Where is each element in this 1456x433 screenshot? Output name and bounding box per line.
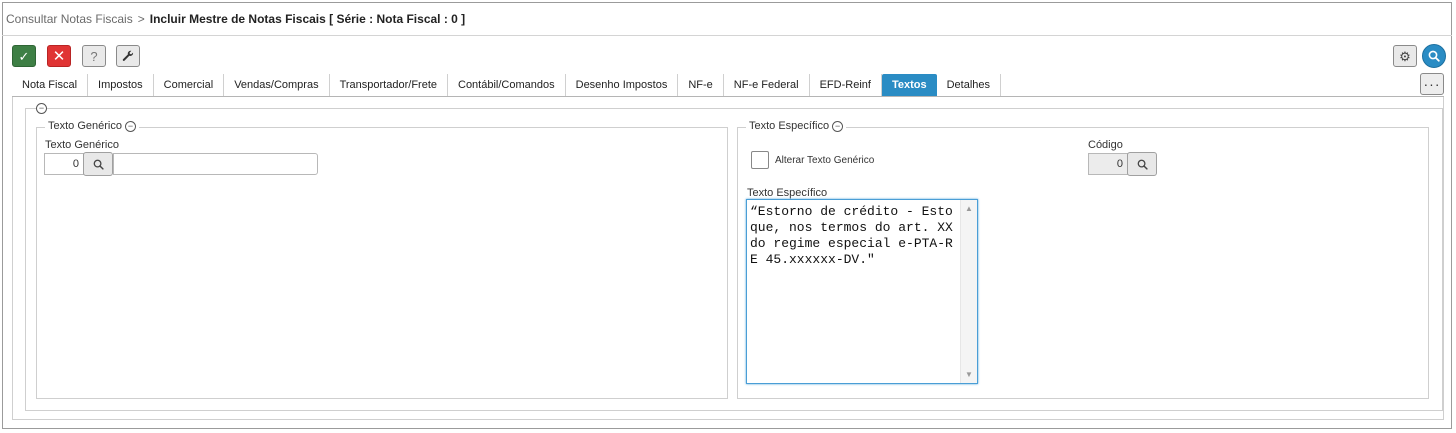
codigo-search-button[interactable] — [1127, 152, 1157, 176]
alterar-texto-generico-checkbox[interactable] — [751, 151, 769, 169]
collapse-texto-especifico-icon[interactable]: − — [832, 120, 844, 132]
tools-button[interactable] — [116, 45, 140, 67]
breadcrumb: Consultar Notas Fiscais > Incluir Mestre d… — [6, 12, 465, 26]
codigo-input[interactable]: 0 — [1088, 153, 1128, 175]
texto-especifico-textarea-content: “Estorno de crédito - Estoque, nos termo… — [750, 204, 961, 267]
tab-efd-reinf[interactable]: EFD-Reinf — [810, 74, 882, 96]
tab-contabil-comandos[interactable]: Contábil/Comandos — [448, 74, 566, 96]
cancel-button[interactable]: ✕ — [47, 45, 71, 67]
gear-icon: ⚙ — [1399, 48, 1411, 64]
help-button[interactable]: ? — [82, 45, 106, 67]
settings-button[interactable]: ⚙ — [1393, 45, 1417, 67]
tab-textos[interactable]: Textos — [881, 74, 937, 96]
texto-generico-code-input[interactable]: 0 — [44, 153, 84, 175]
breadcrumb-parent-link[interactable]: Consultar Notas Fiscais — [6, 12, 133, 26]
texto-generico-search-button[interactable] — [83, 152, 113, 176]
tab-nfe-federal[interactable]: NF-e Federal — [724, 74, 810, 96]
tab-transportador-frete[interactable]: Transportador/Frete — [330, 74, 448, 96]
header-divider — [2, 35, 1452, 36]
tab-desenho-impostos[interactable]: Desenho Impostos — [566, 74, 679, 96]
codigo-label: Código — [1088, 139, 1123, 151]
breadcrumb-separator: > — [137, 12, 145, 26]
texto-generico-description-input[interactable] — [113, 153, 318, 175]
texto-especifico-legend-label: Texto Específico — [749, 120, 830, 132]
texto-generico-legend-label: Texto Genérico — [48, 120, 122, 132]
tab-comercial[interactable]: Comercial — [154, 74, 225, 96]
search-icon — [93, 159, 104, 170]
textarea-scrollbar[interactable]: ▲ ▼ — [960, 200, 977, 383]
scroll-down-icon[interactable]: ▼ — [961, 370, 977, 379]
texto-especifico-textarea[interactable]: “Estorno de crédito - Estoque, nos termo… — [746, 199, 978, 384]
check-icon: ✓ — [18, 48, 30, 64]
search-icon — [1137, 159, 1148, 170]
texto-generico-field-label: Texto Genérico — [45, 139, 119, 151]
page-title: Incluir Mestre de Notas Fiscais [ Série … — [149, 12, 466, 26]
collapse-section-icon[interactable]: − — [36, 103, 47, 114]
confirm-button[interactable]: ✓ — [12, 45, 36, 67]
more-tabs-button[interactable]: ··· — [1420, 73, 1444, 95]
texto-generico-legend: Texto Genérico − — [45, 120, 139, 132]
texto-especifico-legend: Texto Específico − — [746, 120, 847, 132]
close-icon: ✕ — [52, 47, 66, 65]
tab-nota-fiscal[interactable]: Nota Fiscal — [12, 74, 89, 96]
collapse-texto-generico-icon[interactable]: − — [124, 120, 136, 132]
texto-especifico-textarea-label: Texto Específico — [747, 187, 828, 199]
tab-bar: Nota Fiscal Impostos Comercial Vendas/Co… — [12, 74, 1001, 96]
wrench-icon — [122, 50, 134, 61]
help-icon: ? — [90, 48, 98, 64]
search-icon — [1428, 50, 1440, 62]
more-icon: ··· — [1423, 76, 1441, 92]
search-toggle-button[interactable] — [1422, 44, 1446, 68]
scroll-up-icon[interactable]: ▲ — [961, 204, 977, 213]
tab-nfe[interactable]: NF-e — [678, 74, 724, 96]
tab-vendas-compras[interactable]: Vendas/Compras — [224, 74, 330, 96]
tab-impostos[interactable]: Impostos — [88, 74, 154, 96]
alterar-texto-generico-label: Alterar Texto Genérico — [775, 155, 875, 166]
tab-detalhes[interactable]: Detalhes — [937, 74, 1001, 96]
